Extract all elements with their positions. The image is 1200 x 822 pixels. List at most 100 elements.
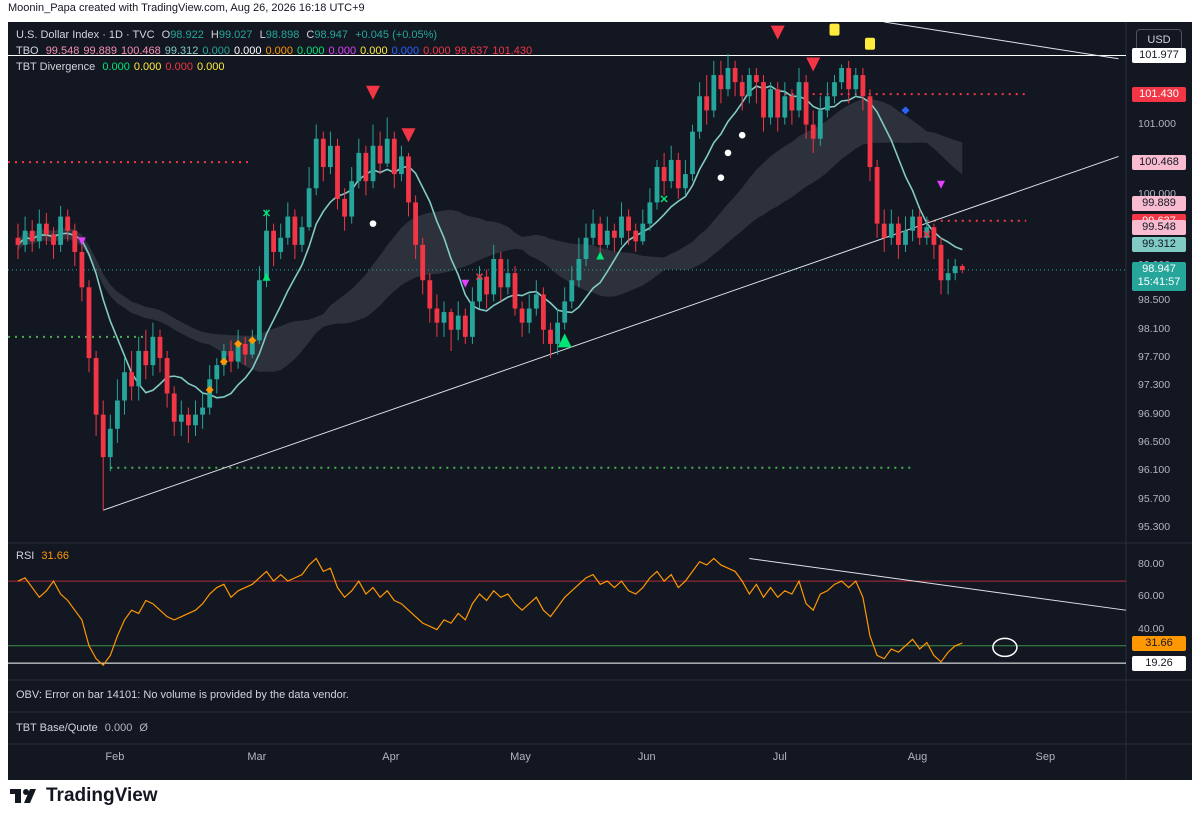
tbo-value-9: 0.000: [360, 45, 388, 57]
price-tick: 96.500: [1138, 435, 1171, 448]
chart-panel[interactable]: U.S. Dollar Index · 1D · TVC O98.922 H99…: [8, 22, 1192, 780]
candle-body: [569, 280, 575, 302]
candle: [434, 294, 440, 337]
candle-body: [79, 251, 85, 288]
candle-body: [619, 216, 624, 238]
candle-body: [72, 230, 78, 252]
candle: [164, 350, 170, 408]
candle-body: [832, 82, 837, 97]
candle: [271, 223, 276, 267]
candle-body: [626, 216, 631, 231]
tbo-legend[interactable]: TBO 99.548 99.889 100.468 99.312 0.000 0.000 0…: [16, 45, 540, 57]
candle-body: [399, 156, 404, 175]
candle-body: [228, 350, 234, 362]
candle-body: [29, 230, 35, 242]
candle-body: [675, 159, 681, 189]
tbo-label[interactable]: TBO: [16, 45, 39, 57]
candle-body: [115, 400, 120, 429]
candle: [306, 167, 312, 231]
candle-body: [143, 350, 149, 366]
candle-body: [356, 152, 362, 182]
candle: [15, 223, 21, 260]
divergence-legend[interactable]: TBT Divergence 0.000 0.000 0.000 0.000: [16, 61, 232, 73]
candle-body: [817, 110, 823, 139]
candle: [427, 273, 433, 323]
candle: [711, 60, 717, 118]
orange-diamond-marker: [219, 357, 228, 366]
candle-body: [548, 329, 553, 344]
candle-body: [406, 156, 411, 203]
candle: [320, 131, 326, 182]
candle: [548, 322, 553, 359]
candle-body: [903, 230, 908, 245]
rsi-line: [17, 557, 963, 667]
trendline: [884, 22, 1119, 60]
candle: [122, 358, 127, 415]
candle-body: [775, 89, 781, 118]
candle-body: [171, 393, 177, 422]
candle: [178, 400, 184, 436]
time-label-Sep: Sep: [1035, 751, 1056, 763]
exit-marker: [717, 174, 725, 181]
warning-marker: [829, 23, 840, 36]
candle-body: [107, 428, 113, 458]
candle-body: [647, 202, 653, 224]
symbol-legend[interactable]: U.S. Dollar Index · 1D · TVC O98.922 H99…: [16, 29, 441, 41]
price-chart[interactable]: [8, 22, 1192, 780]
tradingview-logo-icon: [10, 789, 36, 803]
price-label-101.977: 101.977: [1132, 47, 1186, 63]
candle-body: [313, 138, 319, 189]
rsi-highlight-circle: [992, 637, 1018, 658]
candle: [754, 67, 759, 104]
exit-marker: [738, 131, 746, 139]
candle-body: [874, 167, 880, 224]
candle: [959, 264, 965, 274]
low-value: 98.898: [265, 29, 300, 41]
candle-body: [477, 276, 482, 302]
candle: [200, 393, 205, 429]
sell-signal-marker: [366, 85, 380, 100]
tbo-value-10: 0.000: [391, 45, 420, 57]
candle: [22, 216, 28, 252]
price-label-99.548: 99.548: [1132, 219, 1186, 235]
candle: [214, 358, 220, 394]
candle-body: [200, 407, 205, 415]
candle-body: [448, 312, 454, 330]
symbol-title[interactable]: U.S. Dollar Index · 1D · TVC: [16, 29, 155, 41]
candle-body: [860, 75, 866, 97]
rsi-legend[interactable]: RSI 31.66: [16, 550, 73, 562]
candle-body: [959, 266, 965, 270]
candle-body: [498, 259, 504, 288]
candle-body: [150, 336, 156, 366]
rsi-label[interactable]: RSI: [16, 550, 34, 562]
divergence-marker: [937, 180, 945, 189]
price-label-99.312: 99.312: [1132, 236, 1186, 252]
divergence-value-0: 0.000: [102, 61, 130, 73]
candle-body: [100, 414, 106, 458]
high-value: 99.027: [218, 29, 253, 41]
candle-body: [612, 230, 617, 238]
tbt-base-legend[interactable]: TBT Base/Quote 0.000 Ø: [16, 722, 152, 734]
candle-body: [193, 414, 198, 426]
candle-body: [938, 244, 944, 281]
tbt-base-label[interactable]: TBT Base/Quote: [16, 722, 98, 734]
divergence-label[interactable]: TBT Divergence: [16, 61, 95, 73]
candle-body: [533, 294, 539, 309]
candle-body: [36, 223, 42, 242]
candle: [725, 53, 731, 97]
candle-body: [604, 230, 610, 245]
candle: [100, 400, 106, 511]
tbt-base-symbol: Ø: [139, 722, 148, 734]
tbt-base-value: 0.000: [104, 722, 133, 734]
candle-body: [725, 67, 731, 90]
candle: [58, 205, 63, 252]
tbo-value-11: 0.000: [423, 45, 451, 57]
candle-body: [704, 96, 710, 111]
time-label-Feb: Feb: [105, 751, 125, 763]
candle: [36, 209, 42, 249]
high-label: H: [210, 29, 219, 41]
open-label: O: [161, 29, 171, 41]
candle-body: [697, 96, 702, 132]
candle: [93, 350, 99, 436]
close-value: 98.947: [314, 29, 349, 41]
